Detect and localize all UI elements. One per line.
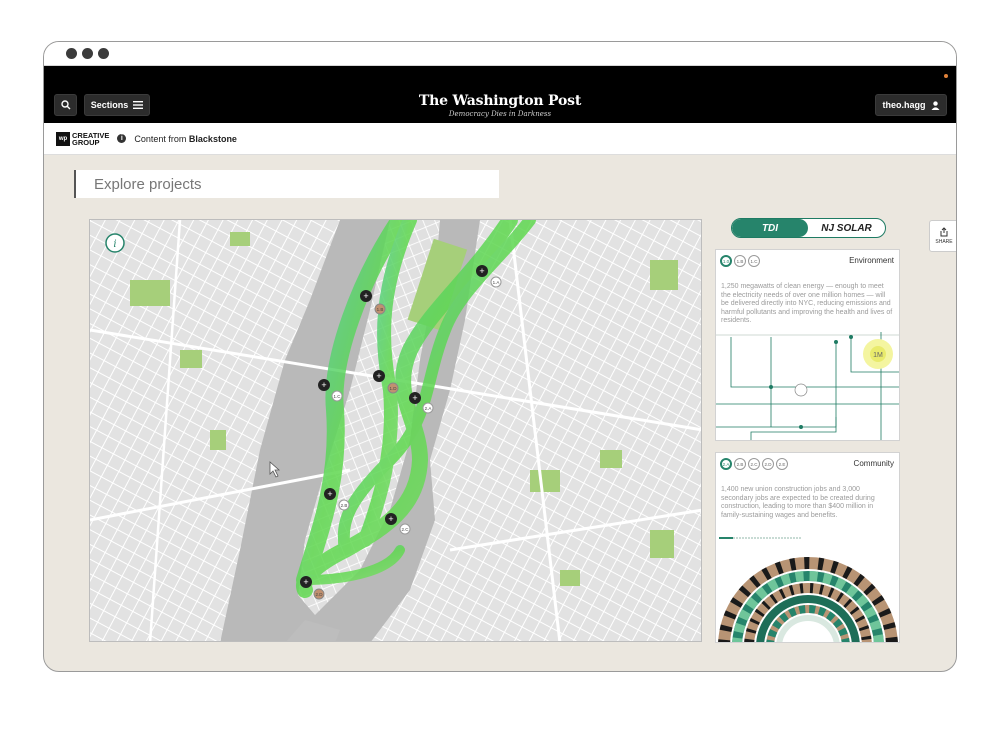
map-marker[interactable]: + <box>360 290 372 302</box>
environment-title: Environment <box>849 256 894 265</box>
community-tab[interactable]: 2.C <box>748 458 760 470</box>
svg-text:2.C: 2.C <box>401 527 409 532</box>
svg-text:+: + <box>412 393 417 403</box>
env-tab[interactable]: 1.B <box>734 255 746 267</box>
username: theo.hagg <box>882 100 926 110</box>
map-marker[interactable]: + <box>300 576 312 588</box>
community-tab[interactable]: 2.D <box>762 458 774 470</box>
community-rings-chart <box>718 537 898 642</box>
marker-label[interactable]: 1.D <box>387 382 399 394</box>
marker-label[interactable]: 1.A <box>490 276 502 288</box>
svg-text:2.D: 2.D <box>315 592 323 597</box>
window-chrome <box>44 42 956 66</box>
status-dot <box>944 74 948 78</box>
map-marker[interactable]: + <box>409 392 421 404</box>
environment-highlight: 1M <box>873 352 883 359</box>
marker-label[interactable]: 2.C <box>399 523 411 535</box>
explore-projects-heading: Explore projects <box>74 170 499 198</box>
community-tabs: 2.A 2.B 2.C 2.D 2.E <box>720 458 788 470</box>
env-tab[interactable]: 1.C <box>748 255 760 267</box>
user-account-button[interactable]: theo.hagg <box>875 94 947 116</box>
sponsor-bar: wp CREATIVE GROUP i Content from Blackst… <box>44 123 956 155</box>
park <box>210 430 226 450</box>
share-label: SHARE <box>935 239 953 245</box>
share-button[interactable]: SHARE <box>929 220 956 252</box>
map-canvas[interactable]: + + + + + + + + 1.A 1.B 1.C 1.D 2.A 2.B … <box>90 220 702 642</box>
share-icon <box>940 227 948 237</box>
marker-label[interactable]: 2.A <box>422 402 434 414</box>
env-tab[interactable]: 1.0 <box>720 255 732 267</box>
marker-label[interactable]: 1.C <box>331 390 343 402</box>
community-card: 2.A 2.B 2.C 2.D 2.E Community 1,400 new … <box>715 452 900 643</box>
content-from-label: Content from Blackstone <box>134 133 237 144</box>
info-icon: i <box>113 239 116 250</box>
map-marker[interactable]: + <box>476 265 488 277</box>
park <box>650 530 674 558</box>
creative-group-logo[interactable]: wp <box>56 131 70 146</box>
community-description: 1,400 new union construction jobs and 3,… <box>721 486 875 519</box>
environment-tabs: 1.0 1.B 1.C <box>720 255 760 267</box>
park <box>230 232 250 246</box>
park <box>180 350 202 368</box>
svg-text:2.A: 2.A <box>425 406 432 411</box>
user-icon <box>931 100 939 110</box>
svg-text:+: + <box>303 577 308 587</box>
svg-text:+: + <box>376 371 381 381</box>
environment-card: 1.0 1.B 1.C Environment 1,250 megawatts … <box>715 249 900 441</box>
map-marker[interactable]: + <box>385 513 397 525</box>
environment-diagram: 1M <box>716 332 899 440</box>
park <box>650 260 678 290</box>
masthead[interactable]: The Washington Post Democracy Dies in Da… <box>44 93 956 118</box>
svg-text:1.D: 1.D <box>389 386 397 391</box>
park <box>130 280 170 306</box>
park <box>600 450 622 468</box>
creative-group-wordmark: CREATIVE GROUP <box>72 130 110 147</box>
community-tab[interactable]: 2.A <box>720 458 732 470</box>
park <box>560 570 580 586</box>
map-info-button[interactable]: i <box>105 233 125 253</box>
project-map[interactable]: + + + + + + + + 1.A 1.B 1.C 1.D 2.A 2.B … <box>89 219 702 642</box>
community-tab[interactable]: 2.E <box>776 458 788 470</box>
svg-text:1.A: 1.A <box>493 280 500 285</box>
marker-label[interactable]: 2.B <box>338 499 350 511</box>
toggle-nj-solar[interactable]: NJ SOLAR <box>808 219 885 237</box>
svg-text:1.B: 1.B <box>377 307 384 312</box>
community-title: Community <box>853 459 894 468</box>
svg-text:+: + <box>388 514 393 524</box>
masthead-tagline: Democracy Dies in Darkness <box>448 110 552 118</box>
window-minimize-dot[interactable] <box>82 48 93 59</box>
svg-text:1.C: 1.C <box>333 394 341 399</box>
window-close-dot[interactable] <box>66 48 77 59</box>
community-tab[interactable]: 2.B <box>734 458 746 470</box>
svg-text:2.B: 2.B <box>341 503 348 508</box>
svg-text:+: + <box>363 291 368 301</box>
masthead-title: The Washington Post <box>418 93 582 109</box>
info-icon[interactable]: i <box>117 134 127 143</box>
map-marker[interactable]: + <box>373 370 385 382</box>
window-maximize-dot[interactable] <box>98 48 109 59</box>
map-marker[interactable]: + <box>324 488 336 500</box>
environment-description: 1,250 megawatts of clean energy — enough… <box>721 283 893 324</box>
svg-text:+: + <box>321 380 326 390</box>
sponsor-name: Blackstone <box>188 133 237 144</box>
park <box>530 470 560 492</box>
marker-label[interactable]: 1.B <box>374 303 386 315</box>
browser-window: Sections The Washington Post Democracy D… <box>43 41 957 672</box>
project-toggle[interactable]: TDI NJ SOLAR <box>731 218 886 238</box>
toggle-tdi[interactable]: TDI <box>732 219 808 237</box>
svg-text:+: + <box>479 266 484 276</box>
map-marker[interactable]: + <box>318 379 330 391</box>
svg-text:+: + <box>327 489 332 499</box>
marker-label[interactable]: 2.D <box>313 588 325 600</box>
